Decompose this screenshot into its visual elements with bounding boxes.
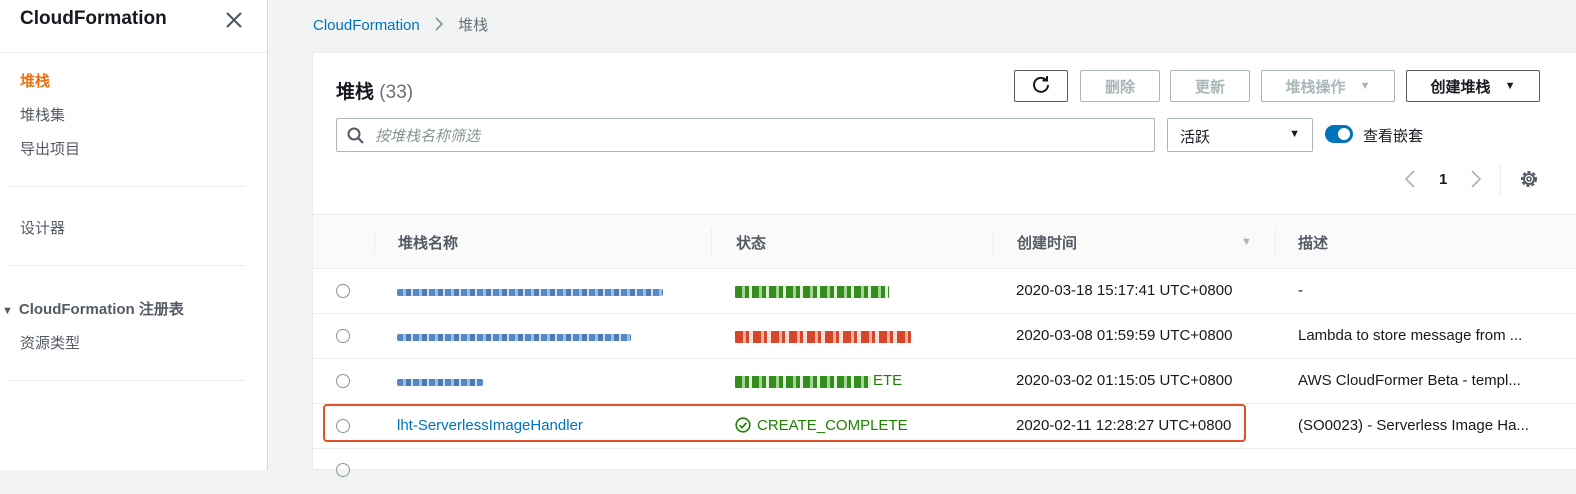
- page-title: 堆栈 (33): [336, 77, 413, 104]
- column-divider: [374, 229, 375, 255]
- status-text: ETE: [873, 372, 903, 389]
- sidebar-item-exports[interactable]: 导出项目: [20, 138, 80, 159]
- status-badge: [735, 331, 911, 343]
- status-badge: CREATE_COMPLETE: [735, 417, 908, 434]
- refresh-icon: [1031, 74, 1051, 98]
- row-select-radio[interactable]: [336, 374, 350, 388]
- row-select-radio[interactable]: [336, 284, 350, 298]
- stack-description: Lambda to store message from ...: [1298, 327, 1523, 344]
- table-row[interactable]: 2020-03-18 15:17:41 UTC+0800 -: [313, 269, 1576, 314]
- created-time: 2020-03-08 01:59:59 UTC+0800: [1016, 327, 1233, 344]
- sidebar-item-stacksets[interactable]: 堆栈集: [20, 104, 80, 138]
- sidebar-item-stacks[interactable]: 堆栈: [20, 70, 80, 104]
- breadcrumb: CloudFormation 堆栈: [313, 14, 488, 36]
- caret-down-icon: ▼: [2, 305, 13, 317]
- sidebar-nav: 堆栈 堆栈集 导出项目: [20, 70, 80, 159]
- chevron-right-icon[interactable]: [1469, 168, 1483, 195]
- pager-divider: [1500, 163, 1501, 197]
- sidebar-item-resource-types[interactable]: 资源类型: [20, 332, 80, 353]
- check-circle-icon: [735, 417, 751, 433]
- create-stack-label: 创建堆栈: [1430, 78, 1491, 96]
- status-filter-value: 活跃: [1180, 129, 1211, 146]
- search-input[interactable]: [373, 119, 1147, 153]
- sidebar-divider: [8, 380, 245, 381]
- table-header: 堆栈名称 状态 创建时间 ▼ 描述: [313, 214, 1576, 269]
- sidebar-section-label: CloudFormation 注册表: [18, 301, 184, 318]
- table-row[interactable]: 2020-03-08 01:59:59 UTC+0800 Lambda to s…: [313, 314, 1576, 359]
- stack-name-link[interactable]: [397, 379, 483, 386]
- column-header-name[interactable]: 堆栈名称: [398, 232, 458, 253]
- page-number[interactable]: 1: [1439, 171, 1447, 188]
- status-badge: [735, 286, 889, 298]
- column-divider: [1275, 229, 1276, 255]
- view-nested-toggle[interactable]: [1325, 125, 1353, 143]
- stack-description: -: [1298, 282, 1303, 299]
- created-time: 2020-03-02 01:15:05 UTC+0800: [1016, 372, 1233, 389]
- stack-name-link[interactable]: [397, 334, 631, 341]
- search-icon: [347, 127, 365, 150]
- toggle-knob: [1338, 128, 1350, 140]
- breadcrumb-root-link[interactable]: CloudFormation: [313, 17, 420, 34]
- view-nested-label: 查看嵌套: [1363, 128, 1424, 145]
- stack-description: (SO0023) - Serverless Image Ha...: [1298, 417, 1529, 434]
- column-divider: [993, 229, 994, 255]
- stack-actions-label: 堆栈操作: [1285, 78, 1346, 96]
- caret-down-icon: ▼: [1289, 128, 1300, 140]
- sidebar-section-registry[interactable]: ▼ CloudFormation 注册表: [2, 298, 184, 319]
- sidebar-designer-group: 设计器: [20, 217, 65, 238]
- stack-actions-button[interactable]: 堆栈操作 ▼: [1261, 70, 1395, 102]
- update-button[interactable]: 更新: [1170, 70, 1250, 102]
- sort-caret-down-icon[interactable]: ▼: [1241, 236, 1252, 248]
- row-select-radio[interactable]: [336, 463, 350, 477]
- close-icon[interactable]: [222, 8, 246, 32]
- settings-gear-icon[interactable]: [1517, 167, 1541, 196]
- refresh-button[interactable]: [1014, 70, 1068, 102]
- stack-description: AWS CloudFormer Beta - templ...: [1298, 372, 1521, 389]
- sidebar-divider: [8, 265, 245, 266]
- column-header-status[interactable]: 状态: [736, 232, 766, 253]
- sidebar-registry-group: 资源类型: [20, 332, 80, 353]
- status-text: CREATE_COMPLETE: [757, 417, 908, 434]
- sidebar-header: CloudFormation: [0, 0, 267, 53]
- caret-down-icon: ▼: [1359, 80, 1371, 92]
- stack-name-link[interactable]: lht-ServerlessImageHandler: [397, 417, 583, 434]
- breadcrumb-current: 堆栈: [458, 17, 489, 34]
- status-filter-select[interactable]: 活跃 ▼: [1167, 118, 1313, 152]
- column-header-created[interactable]: 创建时间: [1017, 232, 1077, 253]
- column-divider: [711, 229, 712, 255]
- column-header-description[interactable]: 描述: [1298, 232, 1328, 253]
- stack-count: (33): [379, 82, 414, 103]
- table-row[interactable]: ETE 2020-03-02 01:15:05 UTC+0800 AWS Clo…: [313, 359, 1576, 404]
- delete-button[interactable]: 删除: [1080, 70, 1160, 102]
- created-time: 2020-03-18 15:17:41 UTC+0800: [1016, 282, 1233, 299]
- chevron-right-icon: [434, 16, 444, 36]
- row-select-radio[interactable]: [336, 419, 350, 433]
- panel-title-text: 堆栈: [336, 82, 375, 103]
- status-badge: [735, 376, 871, 388]
- table-row[interactable]: lht-ServerlessImageHandler CREATE_COMPLE…: [313, 404, 1576, 449]
- sidebar-item-designer[interactable]: 设计器: [20, 217, 65, 238]
- sidebar: CloudFormation 堆栈 堆栈集 导出项目 设计器 ▼ CloudFor…: [0, 0, 268, 470]
- chevron-left-icon[interactable]: [1403, 168, 1417, 195]
- sidebar-title: CloudFormation: [20, 8, 167, 29]
- sidebar-divider: [8, 186, 245, 187]
- table-row[interactable]: [313, 449, 1576, 494]
- stacks-panel: 堆栈 (33) 删除 更新 堆栈操作 ▼ 创建堆栈 ▼ 活跃 ▼ 查看嵌套 1: [312, 52, 1576, 477]
- stack-search-box: [336, 118, 1155, 153]
- create-stack-button[interactable]: 创建堆栈 ▼: [1406, 70, 1540, 102]
- row-select-radio[interactable]: [336, 329, 350, 343]
- stack-name-link[interactable]: [397, 289, 663, 296]
- created-time: 2020-02-11 12:28:27 UTC+0800: [1016, 417, 1232, 434]
- caret-down-icon: ▼: [1504, 80, 1516, 92]
